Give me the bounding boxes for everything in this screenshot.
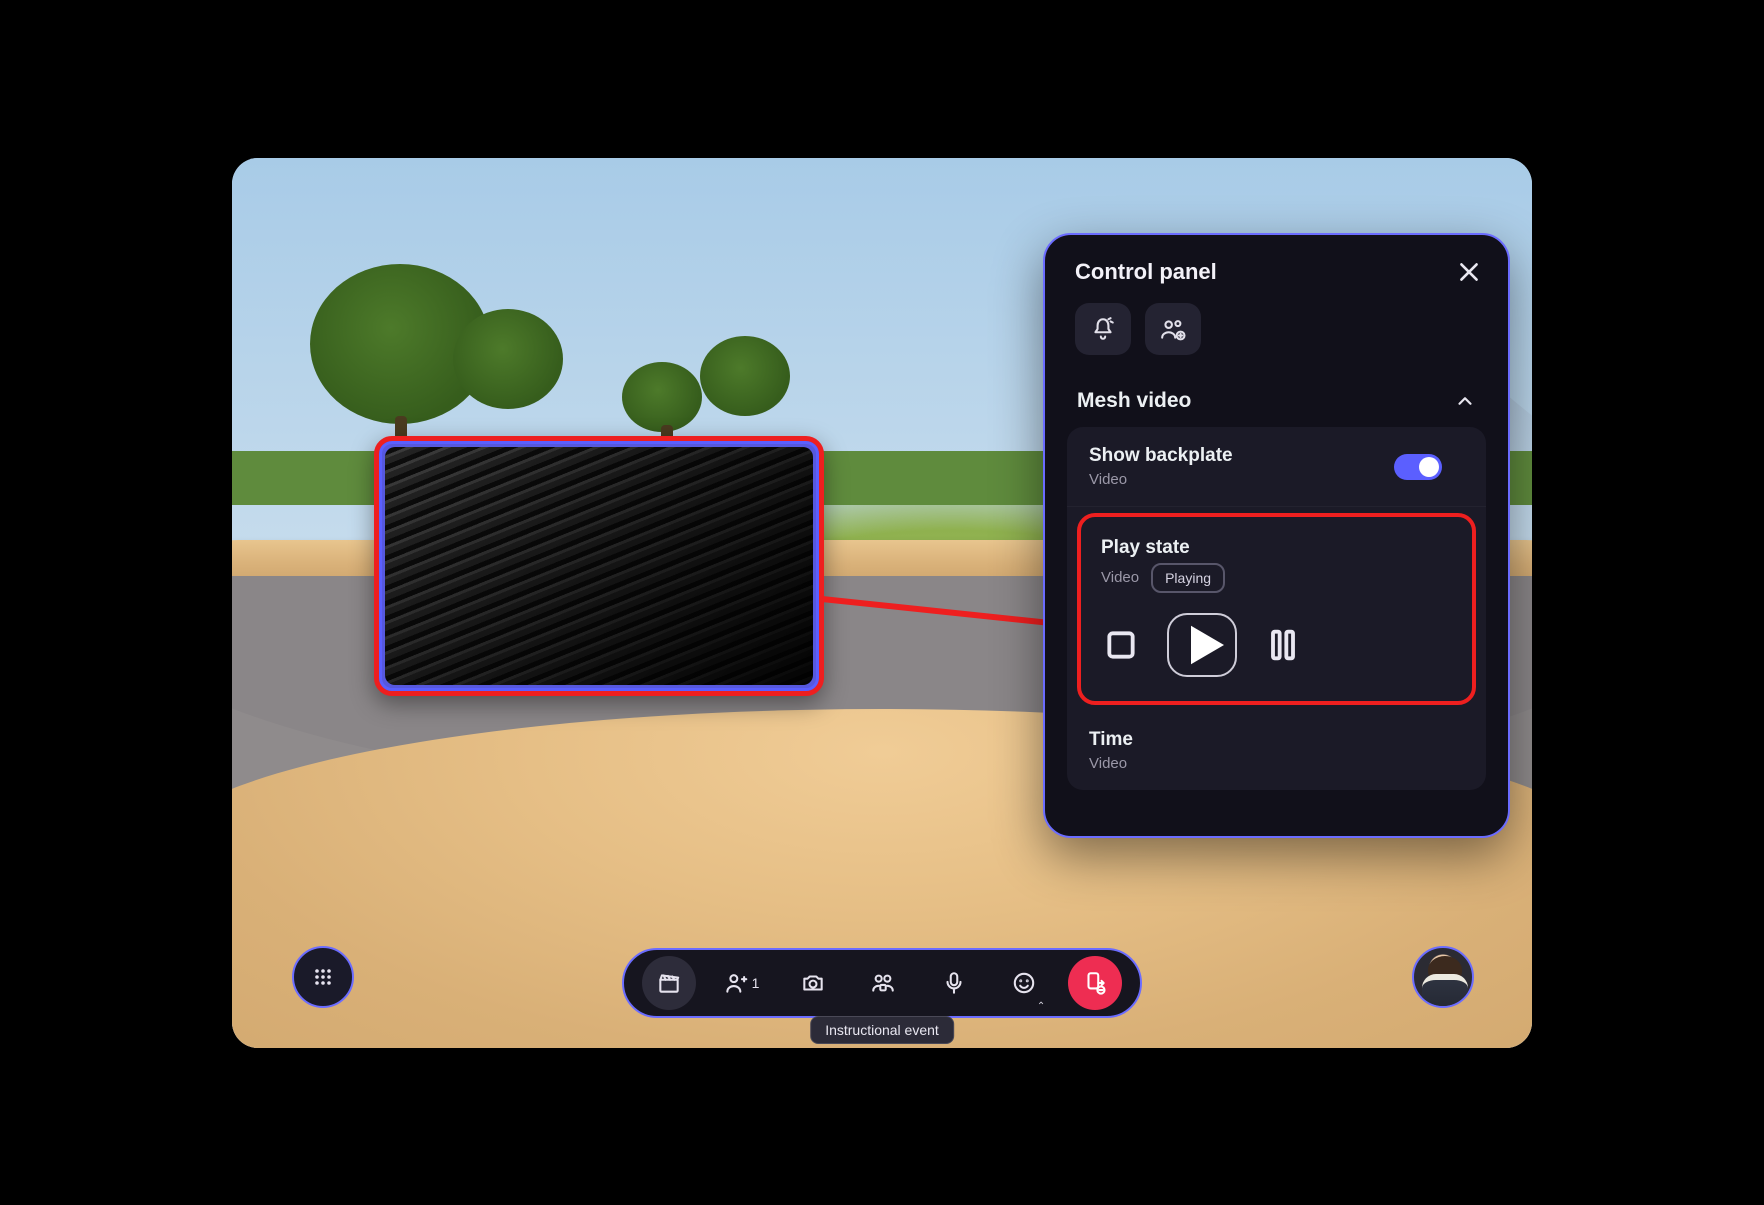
- stop-button[interactable]: [1101, 625, 1141, 665]
- people-button[interactable]: 1: [713, 956, 770, 1010]
- row-time: Time Video: [1067, 711, 1486, 790]
- bell-spark-icon: [1090, 316, 1116, 342]
- mic-button[interactable]: [927, 956, 981, 1010]
- play-button[interactable]: [1167, 613, 1237, 677]
- scene-tree: [453, 309, 563, 409]
- play-controls: [1101, 613, 1452, 677]
- pause-button[interactable]: [1263, 625, 1303, 665]
- row-play-state: Play state Video Playing: [1077, 513, 1476, 705]
- backplate-toggle[interactable]: [1394, 454, 1442, 480]
- chevron-up-icon: ⌃: [1037, 1001, 1045, 1012]
- row-title: Time: [1089, 729, 1464, 751]
- section-title: Mesh video: [1077, 389, 1191, 413]
- people-group-icon: [870, 970, 896, 996]
- camera-icon: [800, 970, 826, 996]
- bottom-toolbar: 1 ⌃: [622, 948, 1142, 1018]
- play-state-badge: Playing: [1151, 563, 1225, 593]
- host-tools-button[interactable]: [642, 956, 696, 1010]
- pause-icon: [1263, 625, 1303, 665]
- control-panel: Control panel Mesh video Show backplate …: [1043, 233, 1510, 838]
- control-panel-header: Control panel: [1045, 259, 1508, 303]
- participants-button[interactable]: [1145, 303, 1201, 355]
- row-subtitle-text: Video: [1101, 569, 1139, 586]
- person-icon: [723, 970, 749, 996]
- people-count: 1: [752, 975, 760, 991]
- section-mesh-video: Mesh video Show backplate Video Play sta…: [1055, 375, 1498, 790]
- people-mute-icon: [1160, 316, 1186, 342]
- scene-tree: [622, 362, 702, 432]
- row-show-backplate: Show backplate Video: [1067, 427, 1486, 507]
- video-content: [385, 447, 813, 685]
- leave-icon: [1082, 970, 1108, 996]
- chevron-up-icon: [1454, 390, 1476, 412]
- close-icon[interactable]: [1456, 259, 1482, 285]
- video-screen-annotation: [374, 436, 824, 696]
- notify-button[interactable]: [1075, 303, 1131, 355]
- control-panel-title: Control panel: [1075, 259, 1217, 285]
- menu-fab[interactable]: [292, 946, 354, 1008]
- camera-button[interactable]: [786, 956, 840, 1010]
- reactions-button[interactable]: ⌃: [997, 956, 1051, 1010]
- section-body: Show backplate Video Play state Video Pl…: [1067, 427, 1486, 790]
- row-title: Play state: [1101, 537, 1452, 559]
- user-avatar[interactable]: [1412, 946, 1474, 1008]
- microphone-icon: [941, 970, 967, 996]
- scene-tree: [700, 336, 790, 416]
- stop-icon: [1101, 625, 1141, 665]
- panel-action-row: [1045, 303, 1508, 375]
- row-subtitle: Video Playing: [1101, 563, 1452, 593]
- clapperboard-icon: [656, 970, 682, 996]
- screenshare-button[interactable]: [856, 956, 910, 1010]
- leave-button[interactable]: [1068, 956, 1122, 1010]
- toolbar-tooltip: Instructional event: [810, 1016, 954, 1044]
- row-subtitle: Video: [1089, 755, 1464, 772]
- play-icon: [1169, 612, 1235, 678]
- emoji-icon: [1011, 970, 1037, 996]
- section-header[interactable]: Mesh video: [1055, 375, 1498, 427]
- mesh-viewport: Control panel Mesh video Show backplate …: [232, 158, 1532, 1048]
- grid-dots-icon: [311, 965, 335, 989]
